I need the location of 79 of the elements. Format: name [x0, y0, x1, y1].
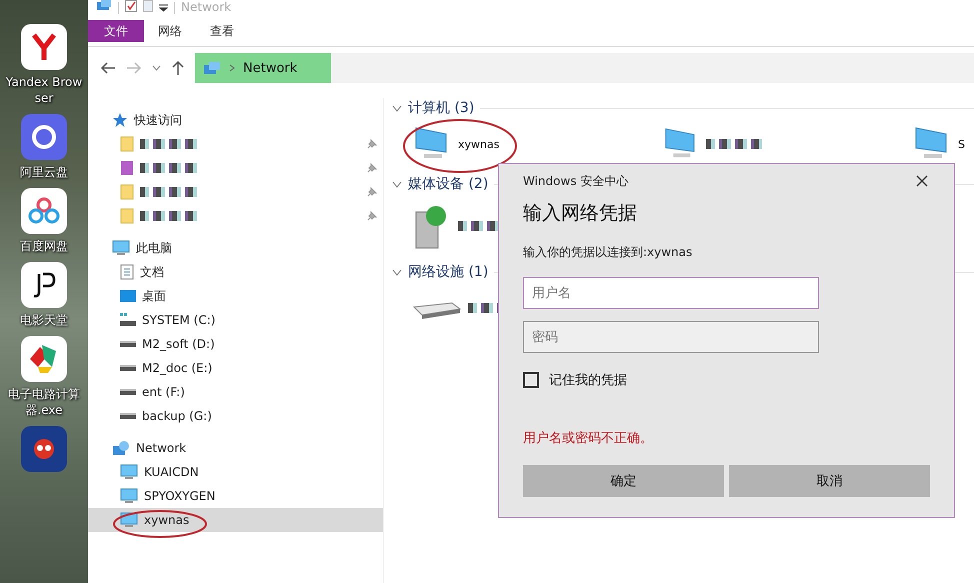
chevron-down-icon[interactable] — [392, 104, 402, 112]
username-field[interactable]: 用户名 — [523, 277, 819, 309]
app-icon[interactable] — [21, 262, 67, 308]
group-heading[interactable]: 媒体设备 (2) — [408, 175, 488, 193]
password-field[interactable]: 密码 — [523, 321, 819, 353]
network-icon — [203, 61, 221, 75]
pin-icon[interactable] — [367, 139, 377, 149]
desktop-icon-label[interactable]: 电子电路计算器.exe — [4, 386, 84, 418]
desktop-icon-label[interactable]: 阿里云盘 — [4, 164, 84, 180]
sidebar-item[interactable]: SYSTEM (C:) — [88, 308, 383, 332]
drive-icon — [120, 313, 136, 327]
sidebar-item[interactable]: 此电脑 — [88, 236, 383, 260]
address-bar[interactable]: Network — [195, 53, 974, 83]
sidebar-item[interactable]: Network — [88, 436, 383, 460]
folder-icon — [120, 136, 134, 152]
network-icon[interactable] — [96, 0, 112, 12]
computer-name[interactable]: xywnas — [458, 138, 500, 150]
close-icon[interactable] — [916, 175, 928, 187]
drive-icon — [120, 412, 136, 420]
dialog-title: 输入网络凭据 — [523, 201, 638, 226]
sidebar-item[interactable]: M2_doc (E:) — [88, 356, 383, 380]
group-heading[interactable]: 网络设施 (1) — [408, 263, 488, 281]
drive-icon — [120, 364, 136, 372]
sidebar-item[interactable]: M2_soft (D:) — [88, 332, 383, 356]
group-heading[interactable]: 计算机 (3) — [408, 99, 474, 117]
drive-icon — [120, 340, 136, 348]
letter-y-icon[interactable] — [21, 24, 67, 70]
sidebar-item[interactable]: 快速访问 — [88, 108, 383, 132]
pixelated-text — [706, 139, 762, 149]
dropdown-icon[interactable] — [159, 4, 168, 12]
star-icon — [112, 112, 128, 128]
pin-icon[interactable] — [367, 211, 377, 221]
dialog-button[interactable]: 确定 — [523, 465, 724, 497]
sidebar-item[interactable]: SPYOXYGEN — [88, 484, 383, 508]
up-arrow-icon[interactable] — [171, 60, 185, 76]
sidebar-item[interactable]: backup (G:) — [88, 404, 383, 428]
ribbon-tab[interactable]: 查看 — [196, 20, 248, 42]
network-icon — [112, 440, 130, 456]
error-message: 用户名或密码不正确。 — [523, 430, 654, 447]
sidebar-item[interactable]: xywnas — [88, 508, 383, 532]
pixelated-text — [140, 211, 200, 221]
pin-icon[interactable] — [367, 187, 377, 197]
checkmark-icon[interactable] — [125, 0, 137, 12]
chevron-down-icon[interactable] — [152, 65, 161, 71]
desktop-icon-label[interactable]: 百度网盘 — [4, 238, 84, 254]
checkbox-label[interactable]: 记住我的凭据 — [549, 371, 627, 389]
pixelated-text — [140, 187, 200, 197]
drive-icon — [120, 388, 136, 396]
chevron-down-icon[interactable] — [392, 268, 402, 276]
document-icon — [120, 264, 134, 280]
monitor-icon — [120, 464, 138, 480]
app-icon[interactable] — [21, 426, 67, 472]
sidebar-item[interactable]: 桌面 — [88, 284, 383, 308]
desktop-icon — [120, 289, 136, 303]
sidebar-item[interactable]: KUAICDN — [88, 460, 383, 484]
folder-icon — [120, 184, 134, 200]
app-icon[interactable] — [21, 114, 67, 160]
monitor-icon — [120, 488, 138, 504]
chevron-down-icon[interactable] — [392, 180, 402, 188]
desktop-icon-label[interactable]: 电影天堂 — [4, 312, 84, 328]
dialog-caption: Windows 安全中心 — [523, 172, 628, 190]
sidebar-item[interactable]: 文档 — [88, 260, 383, 284]
ribbon-tab[interactable]: 文件 — [88, 20, 144, 42]
pixelated-text — [140, 163, 200, 173]
app-icon — [120, 160, 134, 176]
ribbon-tab[interactable]: 网络 — [144, 20, 196, 42]
back-arrow-icon[interactable] — [100, 61, 116, 75]
dialog-message: 输入你的凭据以连接到:xywnas — [523, 244, 694, 261]
computer-name[interactable]: S — [958, 138, 965, 150]
folder-icon — [120, 208, 134, 224]
checkbox[interactable] — [523, 372, 539, 388]
window-title: Network — [181, 1, 232, 14]
monitor-icon — [112, 240, 130, 256]
sidebar-item[interactable]: ent (F:) — [88, 380, 383, 404]
dialog-button[interactable]: 取消 — [729, 465, 930, 497]
pixelated-text — [140, 139, 200, 149]
pin-icon[interactable] — [367, 163, 377, 173]
chevron-right-icon — [229, 64, 235, 72]
desktop-icon-label[interactable]: Yandex Browser — [4, 74, 84, 106]
